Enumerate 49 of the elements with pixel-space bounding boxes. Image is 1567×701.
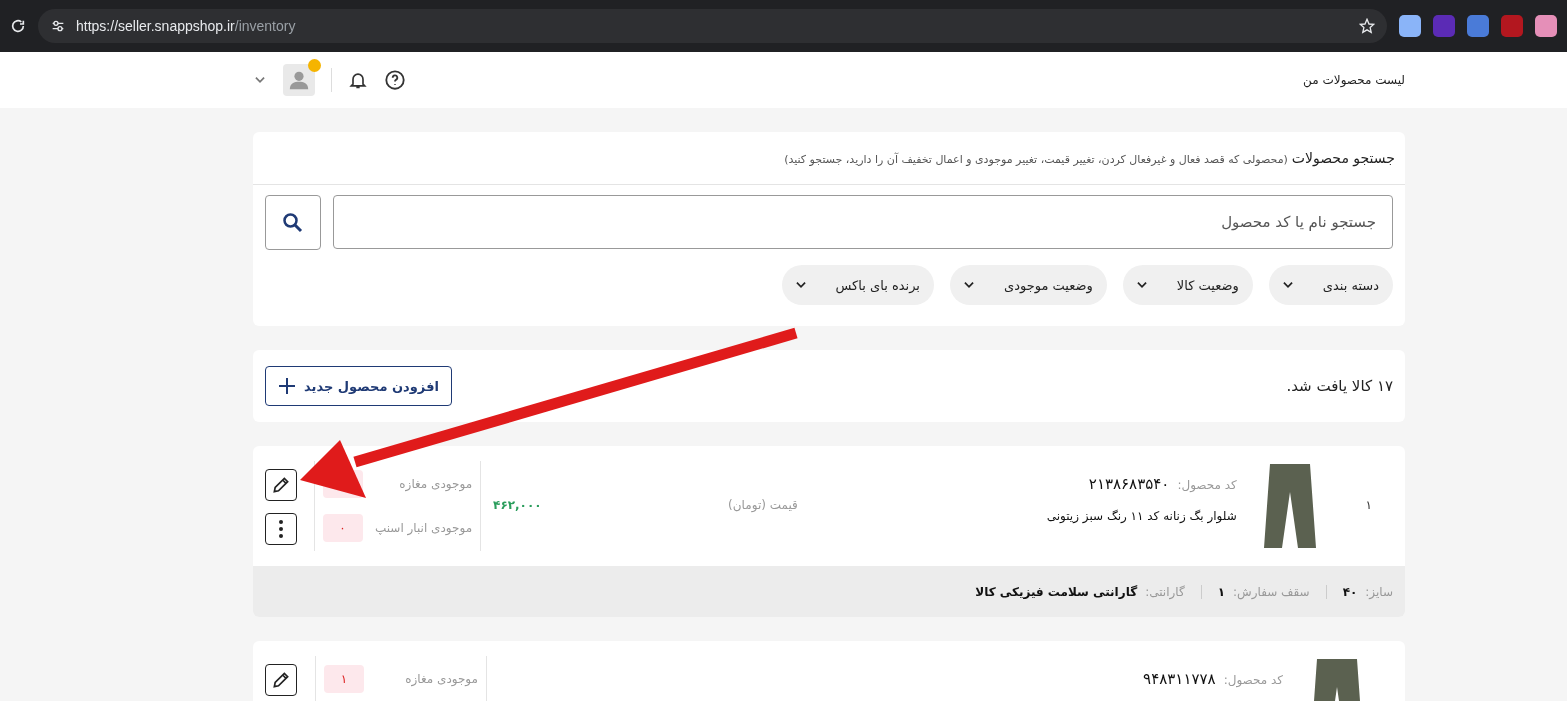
code-label: کد محصول: <box>1223 673 1283 687</box>
stock-value: ۱ <box>324 665 364 693</box>
price: ۴۶۲,۰۰۰ <box>493 498 542 512</box>
detail-value: گارانتی سلامت فیزیکی کالا <box>975 584 1138 599</box>
detail-label: گارانتی: <box>1145 584 1185 599</box>
plus-icon <box>278 377 296 395</box>
user-icon <box>288 69 310 91</box>
detail-label: سایز: <box>1365 584 1393 599</box>
price-label: قیمت (تومان) <box>728 498 798 512</box>
more-vertical-icon <box>278 519 284 539</box>
product-name: شلوار بگ زنانه کد ۱۱ رنگ سبز زیتونی <box>1045 509 1237 523</box>
search-icon <box>281 210 305 235</box>
product-code: ۲۱۳۸۶۸۳۵۴۰ <box>1088 475 1170 493</box>
pencil-icon <box>271 475 291 495</box>
edit-button[interactable] <box>265 469 297 501</box>
address-bar[interactable]: https://seller.snappshop.ir/inventory <box>38 9 1387 43</box>
more-button[interactable] <box>265 513 297 545</box>
search-button[interactable] <box>265 195 321 250</box>
product-code: ۹۴۸۳۱۱۷۷۸ <box>1143 670 1216 688</box>
search-title: جستجو محصولات <box>1291 150 1395 166</box>
search-hint: (محصولی که قصد فعال و غیرفعال کردن، تغییر قیمت، تغییر موجودی و اعمال تخفیف آن را دارید، جستجو کنید) <box>784 153 1288 166</box>
reload-icon[interactable] <box>10 18 26 34</box>
results-count: ۱۷ کالا یافت شد. <box>1286 377 1393 395</box>
search-field[interactable]: جستجو نام یا کد محصول <box>333 195 1393 249</box>
detail-value: ۱ <box>1217 584 1225 599</box>
url-text: https://seller.snappshop.ir/inventory <box>76 18 296 34</box>
star-icon[interactable] <box>1359 18 1375 34</box>
filter-dropdown[interactable]: دسته بندی <box>1268 265 1393 305</box>
help-icon[interactable] <box>384 69 406 91</box>
edit-button[interactable] <box>265 664 297 696</box>
extension-icon[interactable] <box>1399 15 1421 37</box>
extension-icon[interactable] <box>1467 15 1489 37</box>
page-title: لیست محصولات من <box>1303 73 1405 87</box>
detail-label: سقف سفارش: <box>1233 584 1310 599</box>
bell-icon[interactable] <box>348 70 368 90</box>
filter-dropdown[interactable]: وضعیت موجودی <box>949 265 1107 305</box>
stock-label: موجودی مغازه <box>405 672 478 686</box>
detail-value: ۴۰ <box>1342 584 1358 599</box>
tune-icon <box>50 18 66 34</box>
row-number: ۱ <box>1364 498 1373 512</box>
code-label: کد محصول: <box>1177 478 1237 492</box>
stock-label: موجودی مغازه <box>399 477 473 491</box>
pencil-icon <box>271 670 291 690</box>
filter-dropdown[interactable]: وضعیت کالا <box>1122 265 1253 305</box>
stock-value: ۰ <box>322 514 363 542</box>
add-product-button[interactable]: افزودن محصول جدید <box>265 366 452 406</box>
extension-icon[interactable] <box>1535 15 1557 37</box>
stock-label: موجودی انبار اسنپ <box>374 521 473 535</box>
filter-dropdown[interactable]: برنده بای باکس <box>781 265 934 305</box>
